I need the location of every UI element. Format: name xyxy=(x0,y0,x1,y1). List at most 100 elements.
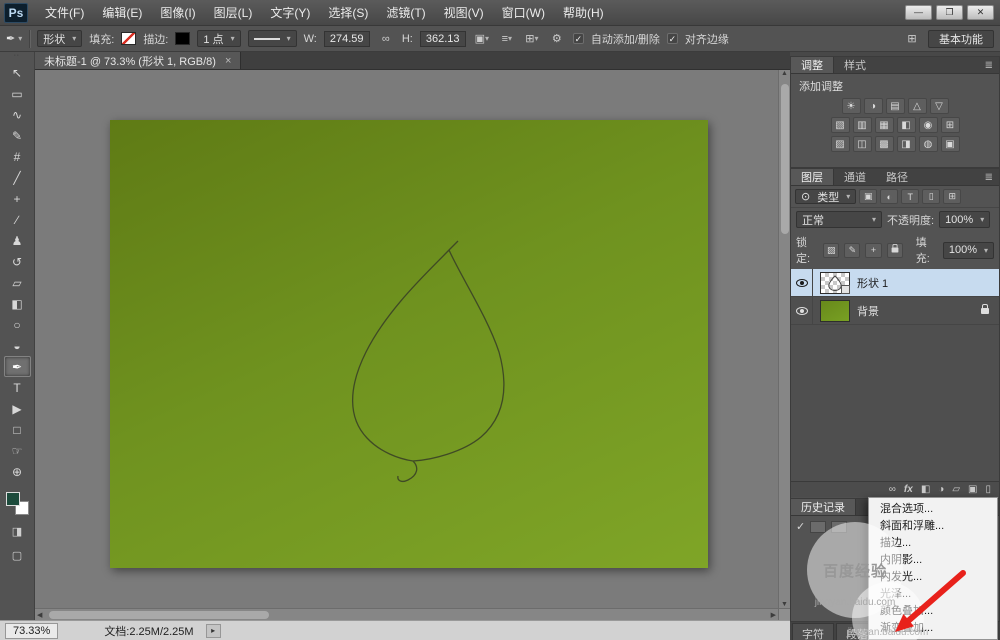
fx-menu-item[interactable]: 内阴影... xyxy=(869,552,997,569)
status-options-arrow[interactable]: ▸ xyxy=(206,624,221,638)
adjustment-icon[interactable]: △ xyxy=(908,98,927,114)
path-alignment-icon[interactable]: ≡▾ xyxy=(498,30,516,48)
layer-row-background[interactable]: 背景 xyxy=(791,297,999,325)
tab-close-icon[interactable]: × xyxy=(225,55,231,67)
adjustment-icon[interactable]: ◑ xyxy=(864,98,883,114)
tool-button[interactable]: ∿ xyxy=(4,104,31,125)
workspace-switcher[interactable]: 基本功能 xyxy=(928,30,994,48)
path-arrange-icon[interactable]: ⊞▾ xyxy=(523,30,541,48)
tool-button[interactable]: T xyxy=(4,377,31,398)
gear-icon[interactable]: ⚙ xyxy=(548,30,566,48)
adjustment-icon[interactable]: ◫ xyxy=(853,136,872,152)
minimize-button[interactable]: — xyxy=(905,5,932,20)
align-edges-checkbox[interactable]: ✓ xyxy=(667,33,678,44)
fx-menu-item[interactable]: 光泽... xyxy=(869,586,997,603)
adjustment-icon[interactable]: ☀ xyxy=(842,98,861,114)
lock-position-icon[interactable]: + xyxy=(865,243,881,258)
layer-thumbnail[interactable] xyxy=(820,272,850,294)
menu-item[interactable]: 视图(V) xyxy=(435,0,493,26)
delete-layer-icon[interactable]: ▯ xyxy=(985,484,991,495)
tab-adjustments[interactable]: 调整 xyxy=(791,57,834,73)
stroke-color-swatch[interactable] xyxy=(175,32,190,45)
tab-channels[interactable]: 通道 xyxy=(834,169,876,185)
vertical-scrollbar[interactable]: ▲ ▼ xyxy=(778,70,790,608)
filter-pixel-layers-icon[interactable]: ▣ xyxy=(859,189,877,204)
zoom-level-input[interactable]: 73.33% xyxy=(5,623,58,639)
fx-menu-item[interactable]: 渐变叠加... xyxy=(869,620,997,637)
adjustment-icon[interactable]: ▽ xyxy=(930,98,949,114)
add-mask-icon[interactable]: ◧ xyxy=(921,484,930,495)
fx-menu-item[interactable]: 内发光... xyxy=(869,569,997,586)
filter-type-layers-icon[interactable]: T xyxy=(901,189,919,204)
panel-menu-icon[interactable]: ≣ xyxy=(979,169,999,185)
menu-item[interactable]: 选择(S) xyxy=(319,0,377,26)
layer-name[interactable]: 形状 1 xyxy=(857,275,999,291)
panel-menu-icon[interactable]: ≣ xyxy=(979,57,999,73)
tool-button[interactable]: ✎ xyxy=(4,125,31,146)
layer-thumbnail[interactable] xyxy=(820,300,850,322)
tool-button[interactable]: ↖ xyxy=(4,62,31,83)
lock-all-icon[interactable] xyxy=(887,243,903,258)
filter-adjustment-layers-icon[interactable]: ◐ xyxy=(880,189,898,204)
path-operations-icon[interactable]: ▣▾ xyxy=(473,30,491,48)
adjustment-icon[interactable]: ▦ xyxy=(875,117,894,133)
blend-mode-dropdown[interactable]: 正常▾ xyxy=(796,211,882,228)
quick-mask-icon[interactable]: ◨ xyxy=(4,521,31,541)
workspace-grid-icon[interactable]: ⊞ xyxy=(903,30,921,48)
scrollbar-thumb[interactable] xyxy=(49,611,269,619)
tool-button[interactable]: ○ xyxy=(4,314,31,335)
height-input[interactable]: 362.13 xyxy=(420,31,466,47)
visibility-toggle[interactable] xyxy=(791,269,813,296)
scroll-right-icon[interactable]: ▶ xyxy=(771,611,776,619)
menu-item[interactable]: 编辑(E) xyxy=(93,0,151,26)
tool-button[interactable]: ▶ xyxy=(4,398,31,419)
link-dimensions-icon[interactable]: ∞ xyxy=(377,30,395,48)
layer-name[interactable]: 背景 xyxy=(857,303,981,319)
adjustment-icon[interactable]: ◉ xyxy=(919,117,938,133)
tool-button[interactable]: ↺ xyxy=(4,251,31,272)
layer-style-fx-button[interactable]: fx xyxy=(904,484,913,495)
close-button[interactable]: ✕ xyxy=(967,5,994,20)
menu-item[interactable]: 滤镜(T) xyxy=(377,0,434,26)
filter-shape-layers-icon[interactable]: ▯ xyxy=(922,189,940,204)
menu-item[interactable]: 图像(I) xyxy=(151,0,204,26)
link-layers-icon[interactable]: ∞ xyxy=(889,484,896,495)
tool-button[interactable]: ◧ xyxy=(4,293,31,314)
scroll-down-icon[interactable]: ▼ xyxy=(781,601,788,608)
scrollbar-thumb[interactable] xyxy=(781,84,789,234)
tool-button[interactable]: # xyxy=(4,146,31,167)
filter-smart-objects-icon[interactable]: ⊞ xyxy=(943,189,961,204)
tool-button[interactable]: ☞ xyxy=(4,440,31,461)
stroke-width-dropdown[interactable]: 1 点▾ xyxy=(197,30,240,47)
auto-add-checkbox[interactable]: ✓ xyxy=(573,33,584,44)
tool-button[interactable]: □ xyxy=(4,419,31,440)
tool-mode-dropdown[interactable]: 形状▾ xyxy=(37,30,82,47)
tool-preset-picker[interactable]: ✒▾ xyxy=(6,32,22,45)
menu-item[interactable]: 帮助(H) xyxy=(554,0,613,26)
adjustment-icon[interactable]: ◍ xyxy=(919,136,938,152)
adjustment-icon[interactable]: ⊞ xyxy=(941,117,960,133)
horizontal-scrollbar[interactable]: ◀ ▶ xyxy=(35,608,778,620)
adjustment-icon[interactable]: ▧ xyxy=(831,117,850,133)
visibility-toggle[interactable] xyxy=(791,297,813,324)
lock-pixels-icon[interactable]: ✎ xyxy=(844,243,860,258)
adjustment-icon[interactable]: ▥ xyxy=(853,117,872,133)
menu-item[interactable]: 文件(F) xyxy=(36,0,93,26)
panel-grip[interactable]: ∙∙ xyxy=(0,52,34,62)
fx-menu-item[interactable]: 斜面和浮雕... xyxy=(869,518,997,535)
document-canvas[interactable] xyxy=(110,120,708,568)
adjustment-icon[interactable]: ▤ xyxy=(886,98,905,114)
filter-type-dropdown[interactable]: ⊙ 类型 ▾ xyxy=(795,189,856,204)
adjustment-icon[interactable]: ▩ xyxy=(875,136,894,152)
tool-button[interactable]: ∕ xyxy=(4,209,31,230)
tool-button[interactable]: ▱ xyxy=(4,272,31,293)
foreground-color-swatch[interactable] xyxy=(6,492,20,506)
fill-color-swatch[interactable] xyxy=(121,32,136,45)
scroll-left-icon[interactable]: ◀ xyxy=(37,611,42,619)
tool-button[interactable]: ⊕ xyxy=(4,461,31,482)
menu-item[interactable]: 文字(Y) xyxy=(261,0,319,26)
stroke-style-dropdown[interactable]: ▾ xyxy=(248,30,297,47)
screen-mode-icon[interactable]: ▢ xyxy=(4,545,31,565)
color-swatches[interactable] xyxy=(4,490,31,517)
tool-button[interactable]: ╱ xyxy=(4,167,31,188)
